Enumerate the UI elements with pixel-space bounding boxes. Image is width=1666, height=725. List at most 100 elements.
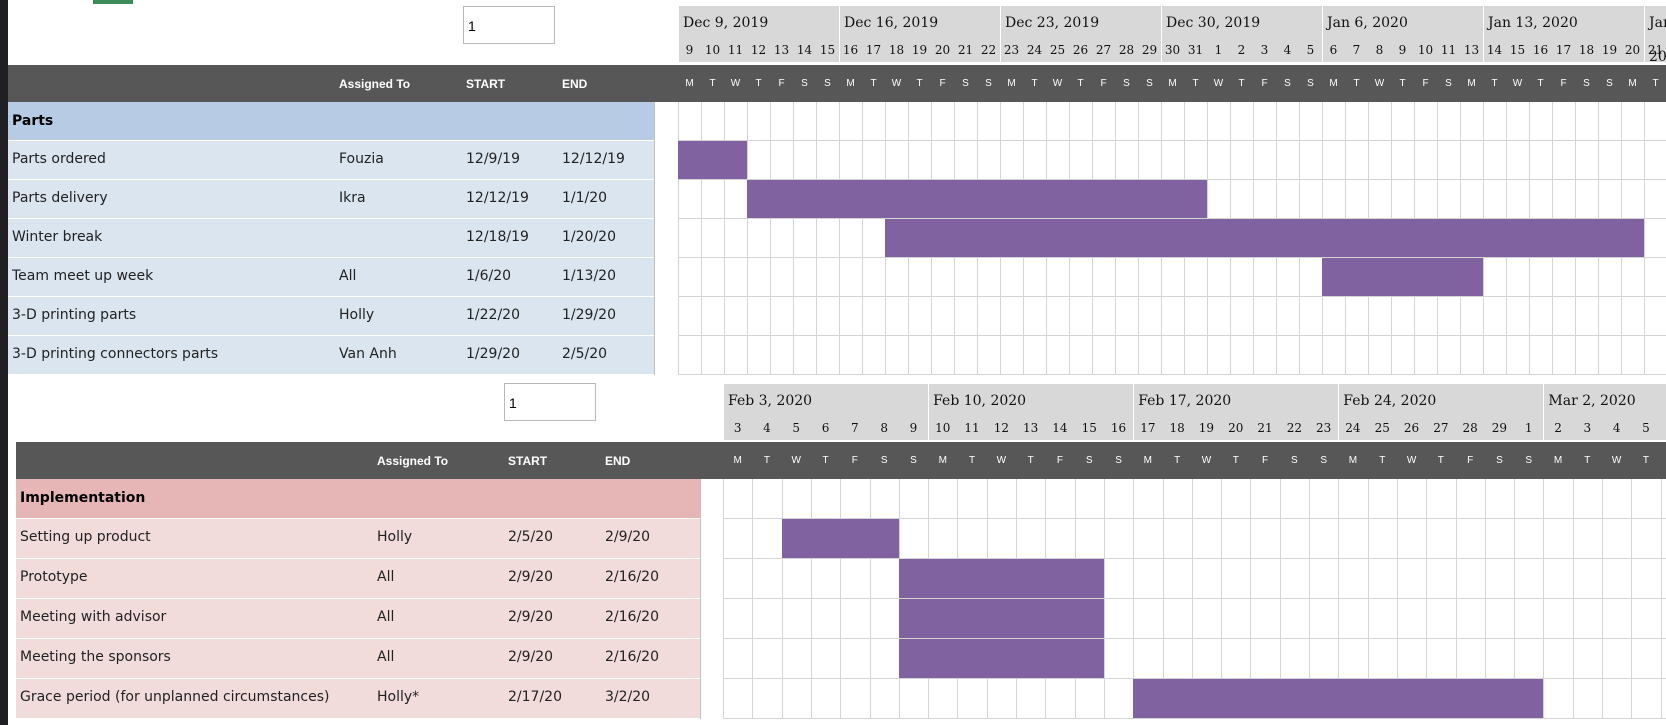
impl-day-number: 6 (1661, 421, 1666, 435)
impl-day-number: 6 (821, 421, 830, 435)
parts-task-end: 1/20/20 (562, 229, 616, 245)
parts-weekday-letter: T (1353, 78, 1360, 89)
parts-weekday-letter: F (939, 78, 946, 89)
impl-assigned-header: Assigned To (377, 454, 449, 468)
parts-weekday-letter: F (778, 78, 785, 89)
parts-assigned-header: Assigned To (339, 77, 411, 91)
impl-day-number: 3 (733, 421, 742, 435)
parts-weekday-letter: F (1100, 78, 1107, 89)
parts-day-number: 12 (750, 43, 767, 57)
impl-grid-vline (1572, 479, 1574, 719)
parts-task-name: Team meet up week (12, 268, 154, 284)
parts-start-header: START (466, 77, 506, 91)
parts-weekday-letter: S (1606, 78, 1613, 89)
impl-day-number: 27 (1433, 421, 1449, 435)
impl-task-assigned: Holly* (377, 689, 420, 705)
impl-weekday-letter: T (1027, 455, 1034, 466)
impl-gantt-bar[interactable] (1133, 679, 1544, 718)
parts-day-number: 29 (1141, 43, 1158, 57)
parts-gantt-bar[interactable] (678, 141, 747, 179)
impl-task-name: Grace period (for unplanned circumstance… (20, 689, 330, 705)
parts-weekday-letter: W (891, 78, 902, 89)
parts-gantt-bar[interactable] (747, 180, 1207, 218)
parts-weekday-letter: T (1031, 78, 1038, 89)
impl-task-assigned: All (377, 649, 395, 665)
parts-weekday-letter: M (1628, 78, 1637, 89)
impl-weekday-letter: T (968, 455, 976, 466)
parts-task-start: 12/12/19 (466, 190, 529, 206)
impl-task-end: 2/9/20 (605, 529, 651, 545)
parts-task-name: 3-D printing connectors parts (12, 346, 219, 362)
impl-day-number: 21 (1257, 421, 1273, 435)
parts-day-number: 17 (865, 43, 882, 57)
impl-weekday-letter: M (733, 455, 742, 466)
impl-day-number: 3 (1583, 421, 1592, 435)
parts-grid-hline (678, 296, 1666, 297)
parts-weekday-letter: M (846, 78, 855, 89)
parts-task-end: 12/12/19 (562, 151, 625, 167)
impl-gantt-bar[interactable] (898, 559, 1104, 598)
parts-day-number: 16 (1532, 43, 1549, 57)
impl-weekday-letter: S (1085, 455, 1093, 466)
parts-weekday-letter: F (1560, 78, 1567, 89)
impl-grid-vline (840, 479, 842, 719)
impl-gantt-bar[interactable] (898, 599, 1104, 638)
parts-task-name: 3-D printing parts (12, 307, 137, 323)
impl-table-separator (700, 479, 701, 719)
impl-day-number: 9 (909, 421, 918, 435)
impl-start-header: START (508, 454, 548, 468)
parts-day-number: 25 (1049, 43, 1066, 57)
parts-display-week-input[interactable]: 1 (463, 6, 555, 44)
parts-weekday-letter: M (1467, 78, 1476, 89)
impl-grid-vline (723, 479, 724, 719)
impl-task-name: Setting up product (20, 529, 151, 545)
parts-gantt-bar[interactable] (1322, 258, 1483, 296)
impl-display-week-input[interactable]: 1 (504, 383, 596, 421)
impl-task-assigned: All (377, 569, 395, 585)
impl-day-number: 28 (1462, 421, 1478, 435)
impl-day-number: 10 (935, 421, 951, 435)
parts-day-number: 5 (1306, 43, 1315, 57)
impl-day-number: 24 (1345, 421, 1361, 435)
impl-day-number: 19 (1198, 421, 1215, 435)
parts-day-number: 1 (1214, 43, 1223, 57)
impl-grid-vline (1543, 479, 1545, 719)
parts-weekday-letter: W (1213, 78, 1224, 89)
impl-task-end: 3/2/20 (605, 689, 651, 705)
parts-weekday-letter: S (824, 78, 831, 89)
parts-weekday-letter: W (1052, 78, 1063, 89)
impl-day-number: 5 (792, 421, 801, 435)
corner-tab (93, 0, 133, 4)
parts-day-number: 30 (1164, 43, 1181, 57)
impl-gantt-bar[interactable] (898, 639, 1104, 678)
impl-weekday-letter: W (791, 455, 801, 466)
impl-day-number: 16 (1110, 421, 1127, 435)
parts-task-name: Parts ordered (12, 151, 106, 167)
parts-gantt-bar[interactable] (885, 219, 1644, 257)
impl-task-assigned: Holly (377, 529, 413, 545)
impl-grid-vline (781, 479, 783, 719)
parts-task-end: 2/5/20 (562, 346, 608, 362)
parts-weekday-letter: S (985, 78, 992, 89)
parts-weekday-letter: W (730, 78, 741, 89)
parts-weekday-letter: W (1512, 78, 1523, 89)
parts-weekday-letter: S (1307, 78, 1314, 89)
impl-gantt-bar[interactable] (781, 519, 899, 558)
parts-task-row[interactable] (8, 219, 654, 257)
parts-day-number: 13 (1463, 43, 1480, 57)
impl-task-row[interactable] (16, 559, 700, 598)
impl-weekday-letter: F (1056, 455, 1063, 466)
impl-weekday-letter: S (1496, 455, 1503, 466)
impl-task-end: 2/16/20 (605, 569, 659, 585)
impl-task-assigned: All (377, 609, 395, 625)
impl-weekday-letter: T (1232, 455, 1239, 466)
parts-day-number: 16 (842, 43, 859, 57)
parts-task-assigned: Van Anh (339, 346, 397, 362)
impl-weekday-letter: S (1320, 455, 1327, 466)
impl-weekday-letter: F (851, 455, 858, 466)
impl-weekday-letter: M (1143, 455, 1152, 466)
impl-weekday-letter: T (1584, 455, 1591, 466)
impl-grid-vline (752, 479, 754, 719)
impl-day-number: 1 (1524, 421, 1533, 435)
impl-grid-hline (723, 598, 1666, 599)
